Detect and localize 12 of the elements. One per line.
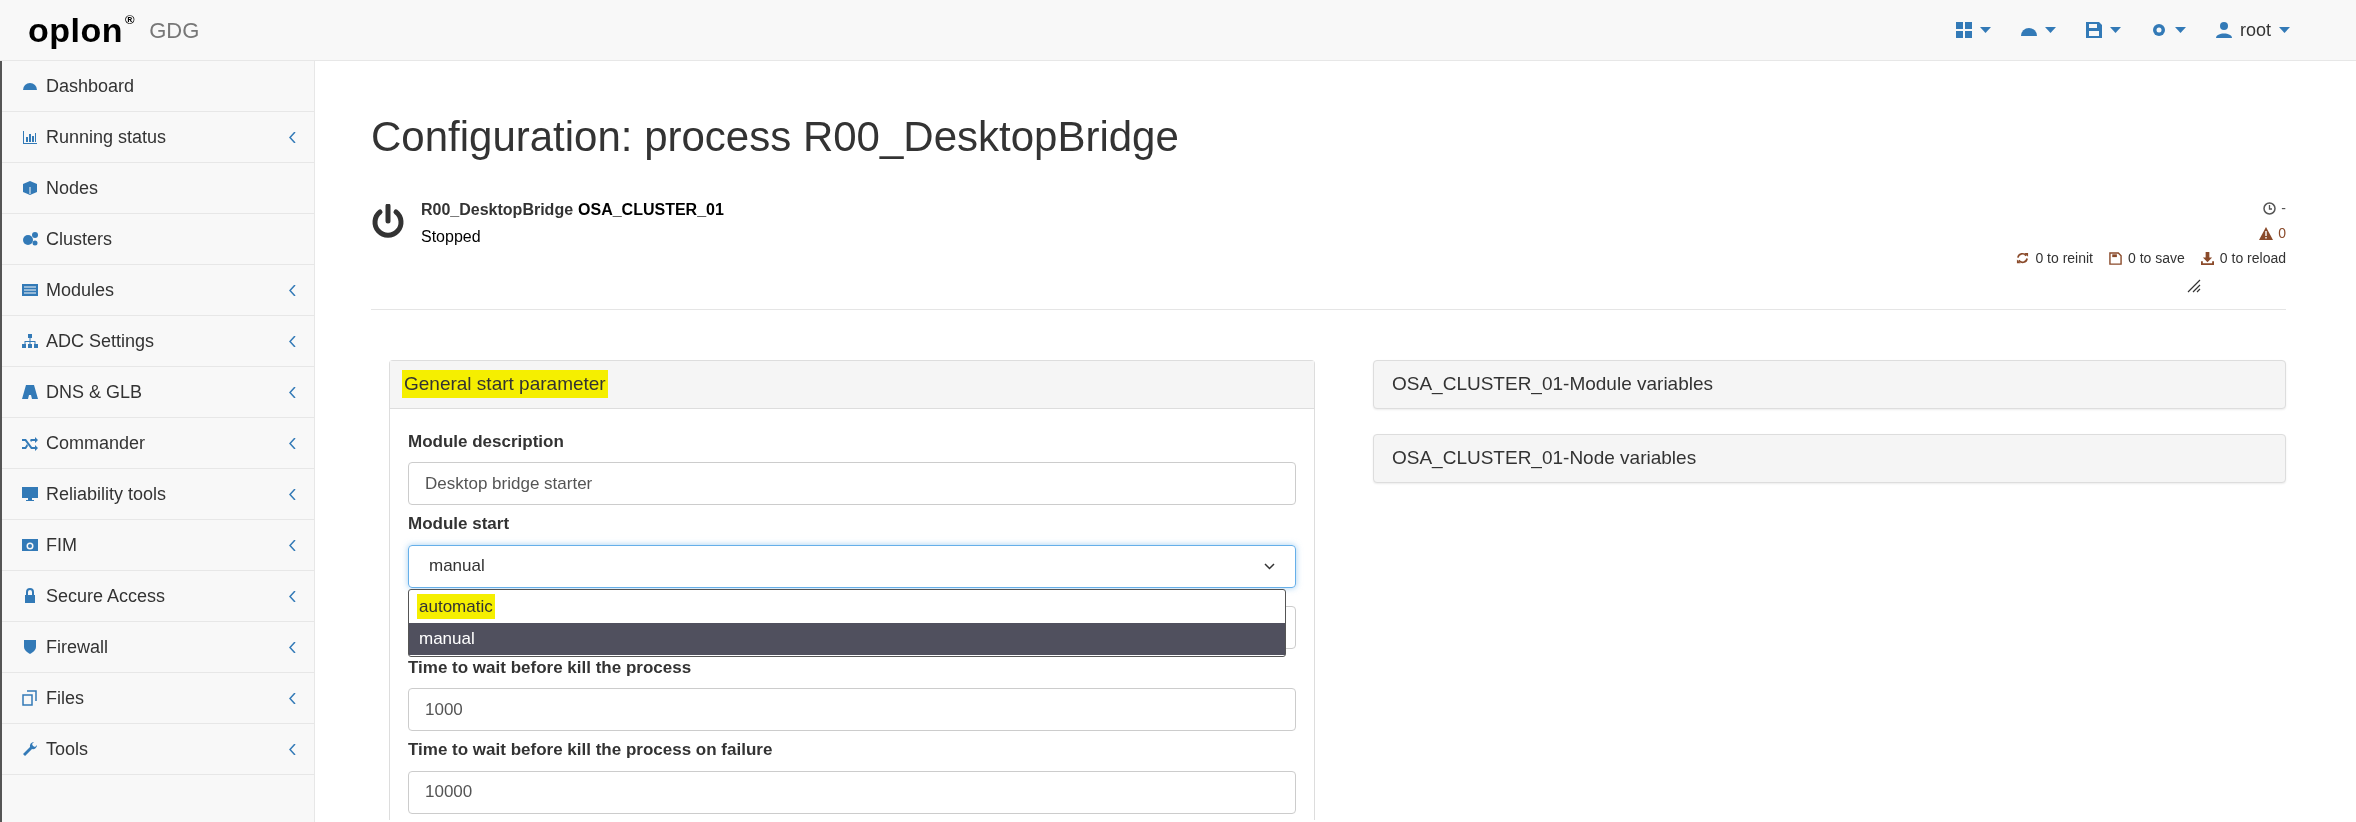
field-label: Time to wait before kill the process [408, 656, 693, 679]
warning-count: 0 [2278, 223, 2286, 243]
field-label: Module start [408, 513, 511, 535]
cluster-name: OSA_CLUSTER_01 [578, 199, 724, 220]
field-label: Module description [408, 430, 565, 453]
field-label: Time to wait before kill the process on failure [408, 739, 774, 761]
product-name: GDG [149, 16, 200, 45]
time-value: - [2281, 198, 2286, 218]
page-title: Configuration: process R00_DesktopBridge [371, 112, 1180, 162]
oplon-logo: oplon® [28, 13, 136, 47]
panel-title: General start parameter [402, 369, 608, 399]
process-status: Stopped [421, 226, 482, 247]
